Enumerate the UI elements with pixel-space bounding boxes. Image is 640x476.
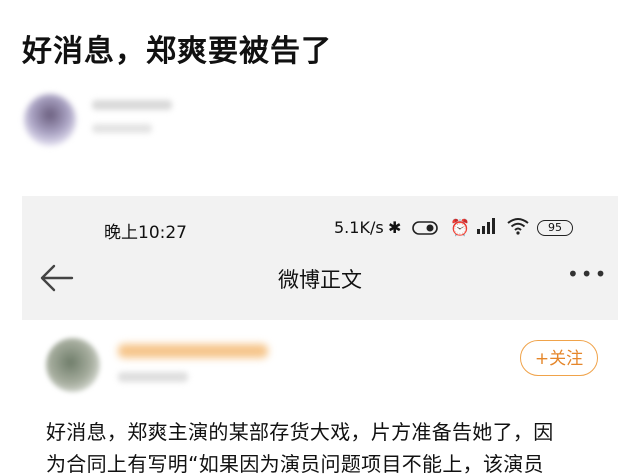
post-text-line: 好消息，郑爽主演的某部存货大戏，片方准备告她了，因 bbox=[46, 420, 554, 444]
signal-icon bbox=[476, 217, 498, 239]
nav-title: 微博正文 bbox=[278, 268, 362, 292]
author-name-blurred bbox=[92, 100, 172, 110]
toggle-icon bbox=[412, 220, 438, 239]
nav-bar: 微博正文 ••• bbox=[22, 254, 618, 302]
status-time: 晚上10:27 bbox=[104, 223, 187, 243]
alarm-icon: ⏰ bbox=[450, 218, 470, 237]
battery-icon: 95 bbox=[537, 220, 573, 236]
poster-name-blurred bbox=[118, 344, 268, 358]
embedded-screenshot: 晚上10:27 5.1K/s ✱ ⏰ 95 微博正文 ••• +关注 好消息，郑… bbox=[22, 196, 618, 476]
follow-button[interactable]: +关注 bbox=[520, 340, 598, 376]
bluetooth-icon: ✱ bbox=[388, 218, 402, 237]
author-meta-blurred bbox=[92, 124, 152, 133]
weibo-post: +关注 好消息，郑爽主演的某部存货大戏，片方准备告她了，因 为合同上有写明“如果… bbox=[22, 320, 618, 476]
post-text-line: 为合同上有写明“如果因为演员问题项目不能上，该演员 bbox=[46, 452, 544, 476]
wifi-icon bbox=[506, 216, 530, 240]
author-avatar[interactable] bbox=[24, 94, 76, 146]
post-meta-blurred bbox=[118, 372, 188, 382]
poster-avatar[interactable] bbox=[46, 338, 100, 392]
status-bar: 晚上10:27 5.1K/s ✱ ⏰ 95 bbox=[22, 196, 618, 256]
post-text: 好消息，郑爽主演的某部存货大戏，片方准备告她了，因 为合同上有写明“如果因为演员… bbox=[46, 416, 596, 476]
article-title: 好消息，郑爽要被告了 bbox=[22, 34, 332, 69]
network-speed: 5.1K/s bbox=[334, 218, 384, 237]
more-options-icon[interactable]: ••• bbox=[567, 262, 608, 286]
